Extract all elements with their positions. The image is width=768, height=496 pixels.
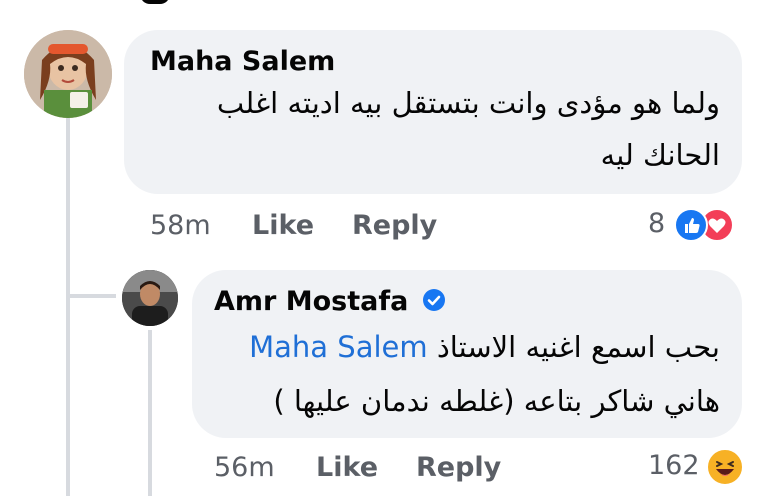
thread-connector-line <box>66 118 70 496</box>
reply-connector-curve <box>66 294 116 298</box>
avatar[interactable] <box>122 270 178 326</box>
comment-text-line: الحانك ليه <box>600 138 720 172</box>
reply-text-line: هاني شاكر بتاعه (غلطه ندمان عليها ) <box>273 384 720 418</box>
comment-author[interactable]: Maha Salem <box>150 46 335 77</box>
comment-timestamp[interactable]: 58m <box>150 210 211 241</box>
comment-text-line: ولما هو مؤدى وانت بتستقل بيه اديته اغلب <box>216 86 720 120</box>
reaction-count: 8 <box>648 208 666 239</box>
avatar-photo-icon <box>122 270 178 326</box>
reply-text: بحب اسمع اغنيه الاستاذ <box>436 330 720 364</box>
reply-author[interactable]: Amr Mostafa <box>214 286 446 317</box>
reaction-summary[interactable]: 162 <box>648 448 748 488</box>
mention-link[interactable]: Maha Salem <box>249 330 428 364</box>
like-icon <box>674 208 708 242</box>
avatar-illustration-icon <box>24 30 112 118</box>
verified-badge-icon <box>422 288 446 312</box>
avatar[interactable] <box>24 30 112 118</box>
reply-thread-line <box>148 330 152 496</box>
like-button[interactable]: Like <box>316 452 378 483</box>
haha-icon <box>706 448 744 486</box>
reaction-summary[interactable]: 8 <box>640 206 750 246</box>
reply-button[interactable]: Reply <box>352 210 437 241</box>
reply-text-line: بحب اسمع اغنيه الاستاذ Maha Salem <box>249 330 720 364</box>
previous-comment-edge <box>140 0 170 4</box>
reply-timestamp[interactable]: 56m <box>214 452 275 483</box>
like-button[interactable]: Like <box>252 210 314 241</box>
reply-author-name: Amr Mostafa <box>214 286 409 317</box>
reaction-count: 162 <box>648 450 700 481</box>
reply-button[interactable]: Reply <box>416 452 501 483</box>
